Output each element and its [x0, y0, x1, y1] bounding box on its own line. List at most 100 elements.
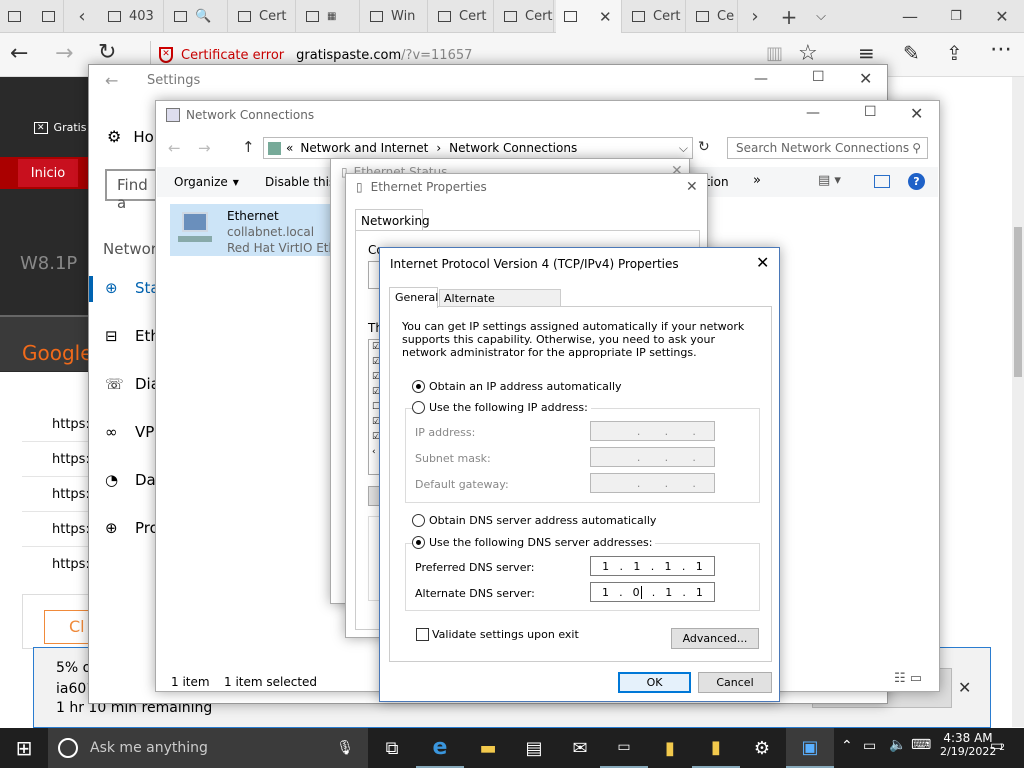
- cancel-button[interactable]: Cancel: [698, 672, 772, 693]
- microphone-icon[interactable]: 🎙: [336, 740, 354, 756]
- start-windows-icon[interactable]: ⊞: [0, 728, 48, 768]
- tab-cert-2[interactable]: Cert: [430, 0, 494, 33]
- list-item[interactable]: https:: [22, 407, 90, 442]
- nc-minimize[interactable]: —: [806, 105, 820, 121]
- settings-maximize[interactable]: ☐: [812, 69, 825, 85]
- tab-cert-1[interactable]: Cert: [230, 0, 296, 33]
- preferred-dns-field[interactable]: 1.1.1.1: [590, 556, 715, 576]
- minimize-button[interactable]: —: [888, 0, 932, 33]
- pen-icon[interactable]: ✎: [903, 41, 920, 65]
- terminal-app-icon[interactable]: ▭: [600, 728, 648, 768]
- tab-networking[interactable]: Networking: [355, 209, 430, 231]
- tab-active[interactable]: ✕: [556, 0, 622, 33]
- settings-gear-icon[interactable]: ⚙: [738, 728, 786, 768]
- alternate-dns-field[interactable]: 1.0.1.1: [590, 582, 715, 602]
- settings-close[interactable]: ✕: [859, 69, 872, 88]
- forward-button[interactable]: →: [55, 41, 73, 66]
- tab-cert-4[interactable]: Cert: [624, 0, 686, 33]
- settings-back-button[interactable]: ←: [105, 71, 118, 90]
- use-ip-radio[interactable]: Use the following IP address:: [412, 401, 591, 414]
- find-setting-input[interactable]: Find a: [105, 169, 157, 212]
- settings-nav-ethernet[interactable]: ⊟ Eth: [105, 327, 160, 345]
- nc-refresh-icon[interactable]: ↻: [698, 139, 710, 155]
- details-view-icon[interactable]: ☷ ▭: [894, 671, 922, 686]
- folder-icon[interactable]: ▮: [692, 728, 740, 768]
- back-button[interactable]: ←: [10, 41, 28, 66]
- use-dns-radio[interactable]: Use the following DNS server addresses:: [412, 536, 656, 549]
- mail-icon[interactable]: ✉: [556, 728, 604, 768]
- refresh-icon[interactable]: ↻: [98, 40, 116, 65]
- tab-scroll-right[interactable]: ›: [740, 0, 770, 33]
- task-view-icon[interactable]: ⧉: [368, 728, 416, 768]
- address-chevron-down-icon[interactable]: ⌵: [679, 141, 688, 156]
- inicio-link[interactable]: Inicio: [18, 159, 78, 187]
- close-icon[interactable]: ✕: [34, 121, 48, 134]
- action-center-icon[interactable]: ▭2: [990, 738, 1005, 754]
- tab-alternate-configuration[interactable]: Alternate Configuration: [439, 289, 561, 318]
- ep-close[interactable]: ✕: [686, 179, 698, 195]
- validate-checkbox[interactable]: Validate settings upon exit: [416, 628, 579, 641]
- close-tab-icon[interactable]: ✕: [599, 8, 612, 26]
- show-hidden-icons-chevron[interactable]: ⌃: [841, 738, 853, 754]
- click-button[interactable]: Cl: [44, 610, 90, 644]
- breadcrumb-overflow[interactable]: «: [286, 141, 293, 155]
- cortana-search-box[interactable]: Ask me anything 🎙: [48, 728, 368, 768]
- scrollbar-thumb[interactable]: [1014, 227, 1022, 377]
- nc-up-button[interactable]: ↑: [242, 138, 255, 156]
- octet[interactable]: 1: [696, 586, 703, 599]
- more-commands-button[interactable]: »: [753, 173, 761, 188]
- tab-403[interactable]: 403: [100, 0, 164, 33]
- nc-back-button[interactable]: ←: [168, 139, 181, 157]
- organize-menu[interactable]: Organize ▼: [174, 175, 239, 189]
- clock[interactable]: 4:38 AM 2/19/2022: [940, 731, 996, 758]
- tab-win[interactable]: Win: [362, 0, 428, 33]
- settings-nav-data-usage[interactable]: ◔ Dat: [105, 471, 162, 489]
- tab-ce[interactable]: Ce: [688, 0, 738, 33]
- close-notification-icon[interactable]: ✕: [958, 678, 971, 697]
- octet[interactable]: 1: [602, 560, 609, 573]
- tab-terminal[interactable]: ▦: [298, 0, 360, 33]
- advanced-button[interactable]: Advanced...: [671, 628, 759, 649]
- octet[interactable]: 1: [696, 560, 703, 573]
- settings-nav-dialup[interactable]: ☏ Dia: [105, 375, 160, 393]
- restore-button[interactable]: ❐: [934, 0, 978, 33]
- settings-minimize[interactable]: —: [754, 71, 768, 87]
- favorite-star-icon[interactable]: ☆: [798, 41, 818, 66]
- certificate-error-label[interactable]: Certificate error: [181, 48, 284, 63]
- octet[interactable]: 0: [633, 585, 642, 599]
- keyboard-icon[interactable]: ⌨: [911, 737, 931, 753]
- tab-general[interactable]: General: [389, 287, 438, 308]
- settings-nav-status[interactable]: ⊕ Sta: [105, 279, 160, 297]
- settings-nav-proxy[interactable]: ⊕ Pro: [105, 519, 159, 537]
- list-item[interactable]: https:: [22, 512, 90, 547]
- obtain-dns-radio[interactable]: Obtain DNS server address automatically: [412, 514, 656, 527]
- ethernet-adapter-item[interactable]: Ethernet collabnet.local Red Hat VirtIO …: [170, 204, 340, 256]
- tab-search[interactable]: 🔍: [166, 0, 228, 33]
- folder-icon[interactable]: ▮: [646, 728, 694, 768]
- preview-pane-icon[interactable]: [874, 175, 890, 188]
- settings-home[interactable]: ⚙ Ho: [107, 127, 154, 146]
- obtain-ip-radio[interactable]: Obtain an IP address automatically: [412, 380, 622, 393]
- list-item[interactable]: https:: [22, 547, 90, 582]
- close-browser-button[interactable]: ✕: [980, 0, 1024, 33]
- octet[interactable]: 1: [602, 586, 609, 599]
- share-icon[interactable]: ⇪: [946, 41, 963, 65]
- tab-cert-3[interactable]: Cert: [496, 0, 554, 33]
- change-view-icon[interactable]: ▤ ▾: [818, 173, 841, 188]
- nc-maximize[interactable]: ☐: [864, 104, 877, 120]
- octet[interactable]: 1: [633, 560, 640, 573]
- edge-icon[interactable]: e: [416, 728, 464, 768]
- hub-icon[interactable]: ≡: [858, 41, 875, 65]
- file-explorer-icon[interactable]: ▬: [464, 728, 512, 768]
- tab-list-chevron-down-icon[interactable]: ⌵: [806, 0, 836, 33]
- volume-muted-icon[interactable]: 🔈: [889, 737, 906, 753]
- octet[interactable]: 1: [665, 560, 672, 573]
- nc-close[interactable]: ✕: [910, 104, 923, 123]
- list-item[interactable]: https:: [22, 477, 90, 512]
- nc-search-input[interactable]: Search Network Connections ⚲: [727, 137, 928, 159]
- nc-forward-button[interactable]: →: [198, 139, 211, 157]
- network-tray-icon[interactable]: ▭: [863, 738, 876, 754]
- more-icon[interactable]: ⋯: [990, 37, 1012, 62]
- breadcrumb-network-internet[interactable]: Network and Internet: [300, 141, 428, 155]
- help-icon[interactable]: ?: [908, 173, 925, 190]
